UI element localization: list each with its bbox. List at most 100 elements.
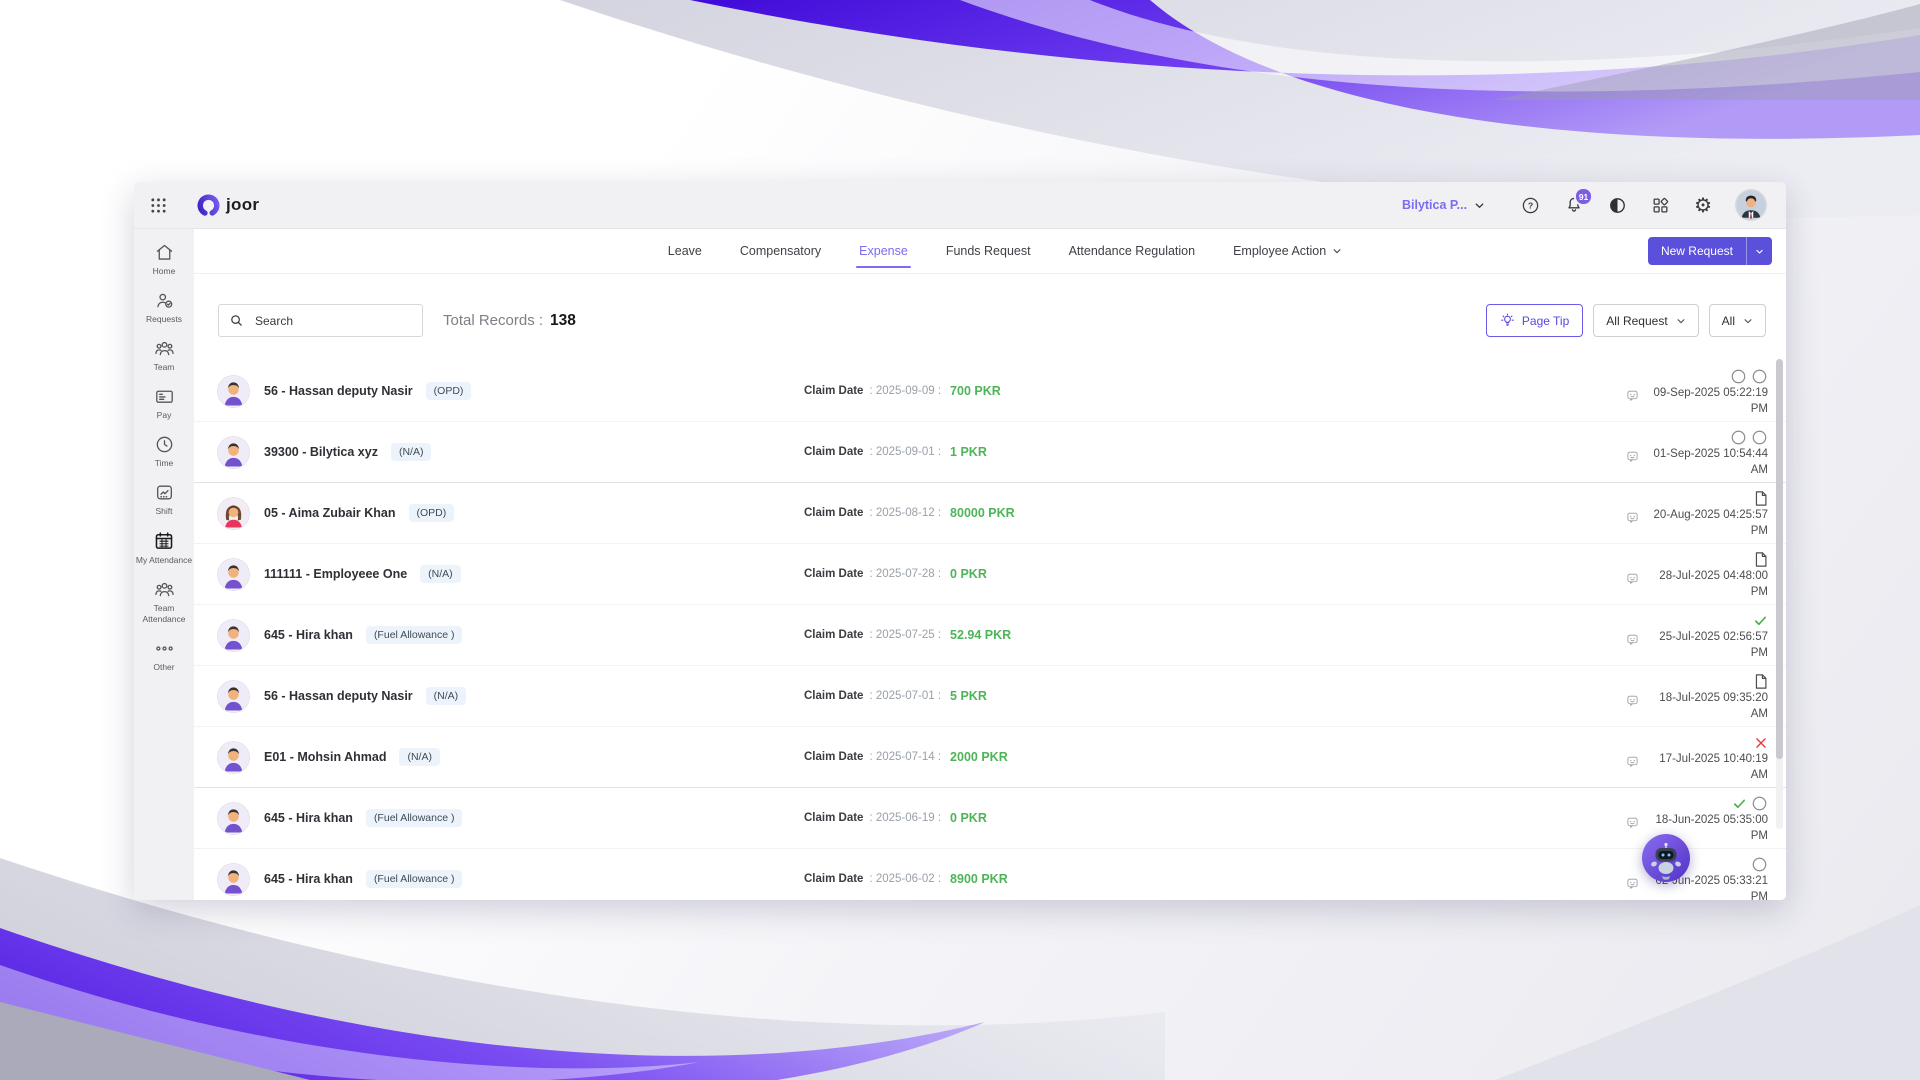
sidebar-item-my-attendance[interactable]: My Attendance [135, 530, 193, 566]
scope-filter-dropdown[interactable]: All [1709, 304, 1766, 337]
comment-feedback-icon[interactable] [1626, 389, 1639, 402]
comment-feedback-icon[interactable] [1626, 450, 1639, 463]
expense-type-badge: (N/A) [391, 443, 432, 461]
sidebar-item-requests[interactable]: Requests [135, 290, 193, 325]
claim-date-label: Claim Date [804, 446, 863, 458]
sidebar-item-time[interactable]: Time [135, 434, 193, 469]
comment-feedback-icon[interactable] [1626, 633, 1639, 646]
expense-row[interactable]: 645 - Hira khan (Fuel Allowance ) Claim … [194, 849, 1786, 900]
submitted-datetime: 18-Jul-2025 09:35:20 AM [1648, 691, 1768, 722]
apps-icon[interactable] [1651, 196, 1670, 215]
status-icons [1754, 673, 1768, 690]
status-icons [1751, 856, 1768, 873]
tab-leave[interactable]: Leave [668, 229, 702, 273]
claim-date-label: Claim Date [804, 507, 863, 519]
request-filter-dropdown[interactable]: All Request [1593, 304, 1698, 337]
notifications-button[interactable]: 91 [1564, 195, 1584, 215]
claim-amount: 0 PKR [950, 567, 987, 581]
claim-date-label: Claim Date [804, 690, 863, 702]
chatbot-launcher[interactable] [1642, 834, 1690, 882]
employee-avatar [218, 376, 249, 407]
expense-row[interactable]: 39300 - Bilytica xyz (N/A) Claim Date : … [194, 422, 1786, 483]
comment-feedback-icon[interactable] [1626, 694, 1639, 707]
expense-row[interactable]: 645 - Hira khan (Fuel Allowance ) Claim … [194, 605, 1786, 666]
my-attendance-icon [153, 530, 175, 552]
claim-date-value: : 2025-06-02 : [869, 873, 941, 885]
comment-feedback-icon[interactable] [1626, 877, 1639, 890]
employee-name: 645 - Hira khan [264, 628, 353, 642]
expense-row[interactable]: 645 - Hira khan (Fuel Allowance ) Claim … [194, 788, 1786, 849]
company-selector[interactable]: Bilytica P... [1402, 198, 1485, 212]
sidebar-item-team-attendance[interactable]: Team Attendance [135, 579, 193, 625]
scrollbar-thumb[interactable] [1776, 359, 1783, 759]
submitted-datetime: 25-Jul-2025 02:56:57 PM [1648, 630, 1768, 661]
employee-cell: 645 - Hira khan (Fuel Allowance ) [218, 620, 804, 651]
tab-funds-request[interactable]: Funds Request [946, 229, 1031, 273]
expense-row[interactable]: 111111 - Employeee One (N/A) Claim Date … [194, 544, 1786, 605]
sidebar-item-home[interactable]: Home [135, 242, 193, 277]
expense-row[interactable]: 56 - Hassan deputy Nasir (N/A) Claim Dat… [194, 666, 1786, 727]
status-icons [1754, 490, 1768, 507]
brand-logo[interactable]: joor [195, 192, 259, 219]
status-check-icon [1753, 613, 1768, 628]
status-cell: 09-Sep-2025 05:22:19 PM [1432, 364, 1768, 417]
comment-feedback-icon[interactable] [1626, 511, 1639, 524]
tab-label: Leave [668, 244, 702, 258]
comment-feedback-icon[interactable] [1626, 755, 1639, 768]
status-cell: 18-Jun-2025 05:35:00 PM [1432, 791, 1768, 844]
sidebar-item-shift[interactable]: Shift [135, 482, 193, 517]
employee-avatar [218, 803, 249, 834]
claim-cell: Claim Date : 2025-08-12 : 80000 PKR [804, 506, 1432, 520]
pay-icon [154, 386, 175, 407]
settings-gear-icon[interactable]: ⚙ [1694, 195, 1712, 215]
expense-type-badge: (Fuel Allowance ) [366, 809, 463, 827]
sidebar-item-team[interactable]: Team [135, 338, 193, 373]
expense-row[interactable]: E01 - Mohsin Ahmad (N/A) Claim Date : 20… [194, 727, 1786, 788]
claim-amount: 80000 PKR [950, 506, 1015, 520]
tab-compensatory[interactable]: Compensatory [740, 229, 821, 273]
tab-expense[interactable]: Expense [859, 229, 908, 273]
status-document-icon [1754, 673, 1768, 690]
new-request-button[interactable]: New Request [1648, 237, 1772, 265]
user-avatar[interactable] [1736, 190, 1766, 220]
submitted-datetime: 28-Jul-2025 04:48:00 PM [1648, 569, 1768, 600]
chevron-down-icon [1332, 246, 1342, 256]
expense-row[interactable]: 56 - Hassan deputy Nasir (OPD) Claim Dat… [194, 361, 1786, 422]
claim-cell: Claim Date : 2025-07-25 : 52.94 PKR [804, 628, 1432, 642]
employee-name: 39300 - Bilytica xyz [264, 445, 378, 459]
team-attendance-icon [154, 579, 175, 600]
expense-type-badge: (N/A) [399, 748, 440, 766]
request-type-tabs-bar: Leave Compensatory Expense Funds Request Att… [194, 229, 1786, 274]
tab-attendance-regulation[interactable]: Attendance Regulation [1069, 229, 1195, 273]
sidebar-item-label: Shift [155, 506, 172, 517]
tab-employee-action[interactable]: Employee Action [1233, 229, 1342, 273]
scrollbar[interactable] [1776, 359, 1783, 829]
shift-icon [154, 482, 175, 503]
total-records: Total Records : 138 [443, 312, 576, 330]
sidebar-item-label: Team Attendance [135, 603, 193, 625]
claim-cell: Claim Date : 2025-06-02 : 8900 PKR [804, 872, 1432, 886]
home-icon [154, 242, 175, 263]
tab-label: Funds Request [946, 244, 1031, 258]
theme-contrast-icon[interactable] [1608, 196, 1627, 215]
sidebar-item-label: My Attendance [136, 555, 192, 566]
sidebar-nav: Home Requests Team Pay Time Shift My Attendanc… [134, 229, 194, 900]
search-input[interactable] [253, 313, 412, 329]
desktop: joor Bilytica P... ? [0, 0, 1920, 1080]
new-request-caret-icon[interactable] [1746, 237, 1772, 265]
sidebar-item-pay[interactable]: Pay [135, 386, 193, 421]
expense-type-badge: (OPD) [426, 382, 472, 400]
claim-cell: Claim Date : 2025-09-09 : 700 PKR [804, 384, 1432, 398]
other-icon [154, 638, 175, 659]
expense-row[interactable]: 05 - Aima Zubair Khan (OPD) Claim Date :… [194, 483, 1786, 544]
waffle-grid-icon[interactable] [150, 197, 167, 214]
page-tip-button[interactable]: Page Tip [1486, 304, 1583, 337]
help-icon[interactable]: ? [1521, 196, 1540, 215]
new-request-label: New Request [1648, 237, 1746, 265]
comment-feedback-icon[interactable] [1626, 816, 1639, 829]
sidebar-item-other[interactable]: Other [135, 638, 193, 673]
sidebar-item-label: Pay [157, 410, 172, 421]
employee-cell: 56 - Hassan deputy Nasir (OPD) [218, 376, 804, 407]
employee-avatar [218, 864, 249, 895]
comment-feedback-icon[interactable] [1626, 572, 1639, 585]
